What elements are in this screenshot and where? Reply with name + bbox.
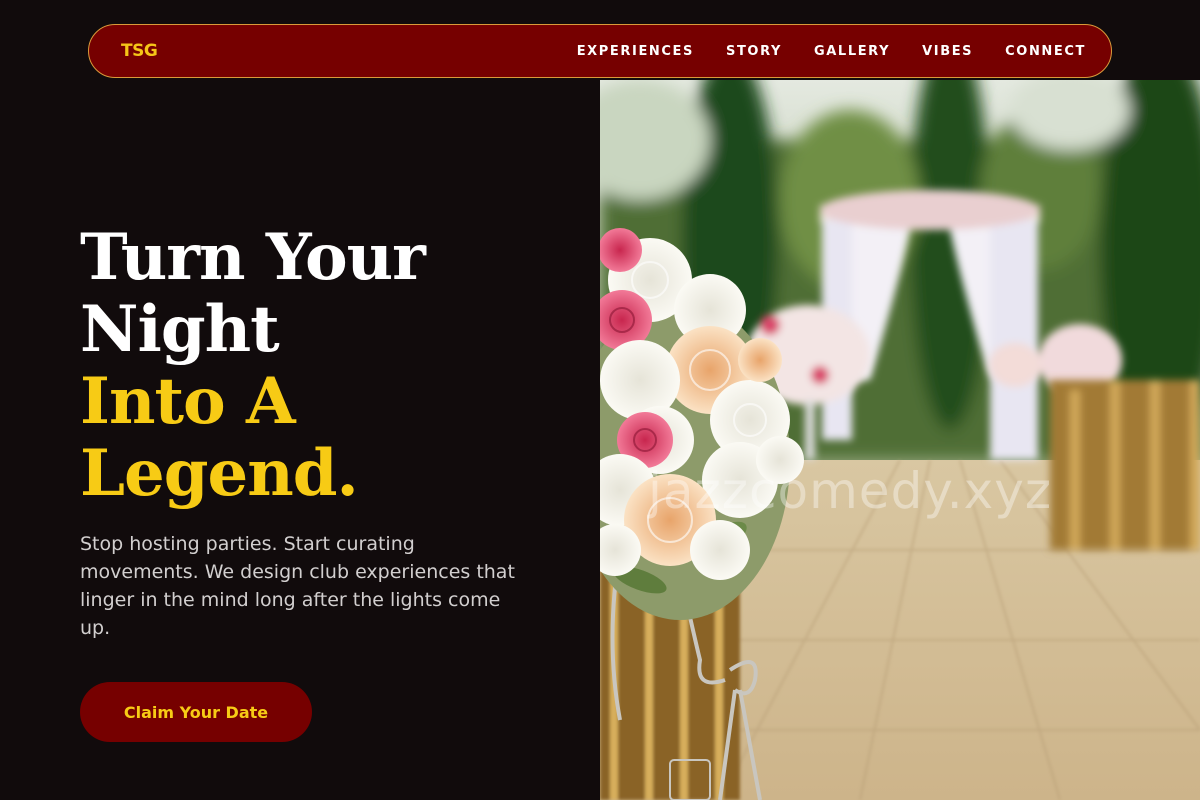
- hero-photo-wedding-aisle: [600, 80, 1200, 800]
- nav-link-gallery[interactable]: GALLERY: [814, 44, 890, 59]
- nav-links: EXPERIENCES STORY GALLERY VIBES CONNECT: [577, 44, 1086, 59]
- nav-link-experiences[interactable]: EXPERIENCES: [577, 44, 694, 59]
- brand-logo[interactable]: TSG: [121, 41, 158, 61]
- headline-line-3: Into A: [80, 364, 296, 439]
- aisle-illustration: [600, 80, 1200, 800]
- watermark-text: jazzcomedy.xyz: [648, 462, 1053, 520]
- nav-link-story[interactable]: STORY: [726, 44, 782, 59]
- hero-subtext: Stop hosting parties. Start curating mov…: [80, 533, 515, 639]
- headline-line-1: Turn Your: [80, 220, 426, 295]
- top-navbar: TSG EXPERIENCES STORY GALLERY VIBES CONN…: [88, 24, 1112, 78]
- nav-link-vibes[interactable]: VIBES: [922, 44, 973, 59]
- hero-section: Turn Your Night Into A Legend. Stop host…: [0, 0, 600, 800]
- headline-line-2: Night: [80, 292, 280, 367]
- headline-line-4: Legend.: [80, 436, 359, 511]
- claim-your-date-button[interactable]: Claim Your Date: [80, 682, 312, 742]
- hero-headline: Turn Your Night Into A Legend.: [80, 220, 426, 511]
- nav-link-connect[interactable]: CONNECT: [1005, 44, 1086, 59]
